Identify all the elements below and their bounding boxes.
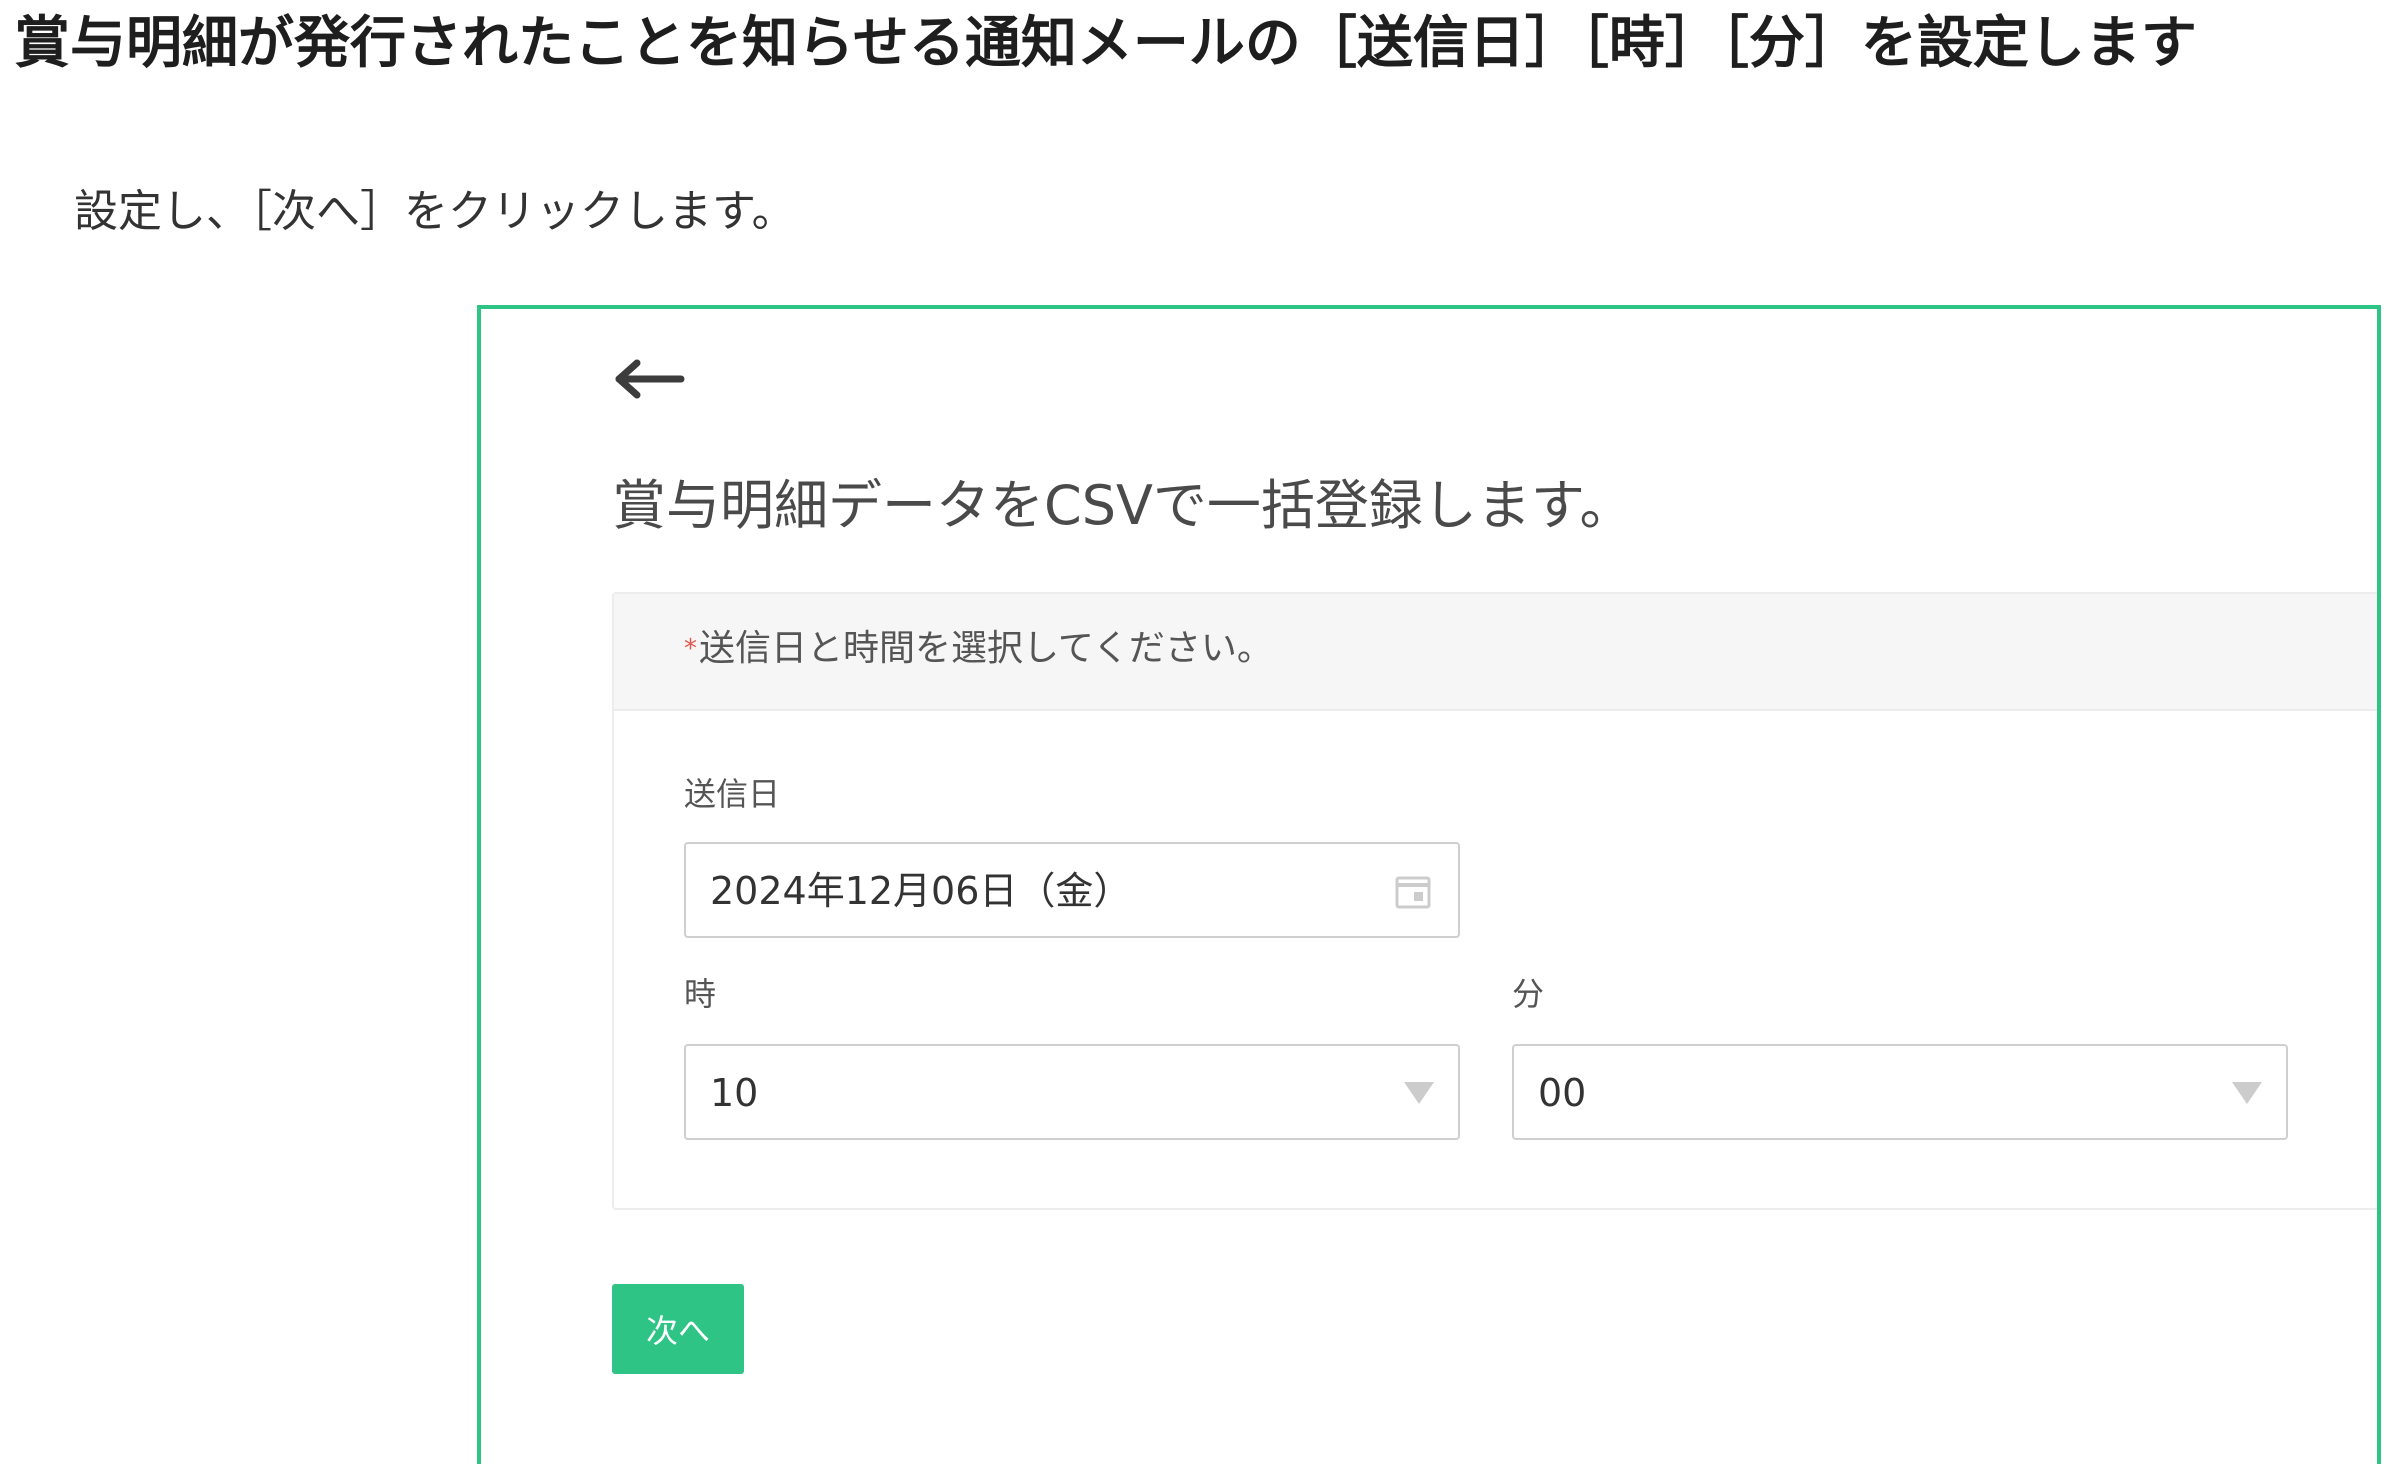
hour-select[interactable]: 10 (684, 1044, 1460, 1140)
card-header: *送信日と時間を選択してください。 (614, 594, 2377, 711)
back-arrow-icon (615, 359, 685, 399)
required-mark: * (684, 634, 697, 664)
send-date-value: 2024年12月06日（金） (710, 869, 1132, 913)
hour-label: 時 (684, 975, 717, 1013)
card-instruction-text: 送信日と時間を選択してください。 (699, 628, 1273, 669)
chevron-down-icon (2232, 1082, 2262, 1104)
minute-value: 00 (1538, 1071, 1587, 1115)
instruction-text: 設定し、［次へ］をクリックします。 (74, 186, 796, 237)
card-instruction: *送信日と時間を選択してください。 (684, 624, 1273, 674)
send-date-field[interactable]: 2024年12月06日（金） (684, 842, 1460, 938)
page-heading: 賞与明細が発行されたことを知らせる通知メールの［送信日］［時］［分］を設定します (14, 11, 2197, 76)
back-button[interactable] (611, 357, 685, 401)
hour-value: 10 (710, 1071, 759, 1115)
next-button[interactable]: 次へ (612, 1284, 744, 1374)
calendar-icon (1395, 876, 1431, 909)
screen-title: 賞与明細データをCSVで一括登録します。 (612, 474, 1634, 537)
send-settings-card: *送信日と時間を選択してください。 送信日 2024年12月06日（金） 時 1… (612, 592, 2377, 1210)
minute-label: 分 (1512, 975, 1545, 1013)
send-date-label: 送信日 (684, 775, 781, 813)
chevron-down-icon (1404, 1082, 1434, 1104)
screenshot-frame: 賞与明細データをCSVで一括登録します。 *送信日と時間を選択してください。 送… (477, 305, 2381, 1464)
minute-select[interactable]: 00 (1512, 1044, 2288, 1140)
